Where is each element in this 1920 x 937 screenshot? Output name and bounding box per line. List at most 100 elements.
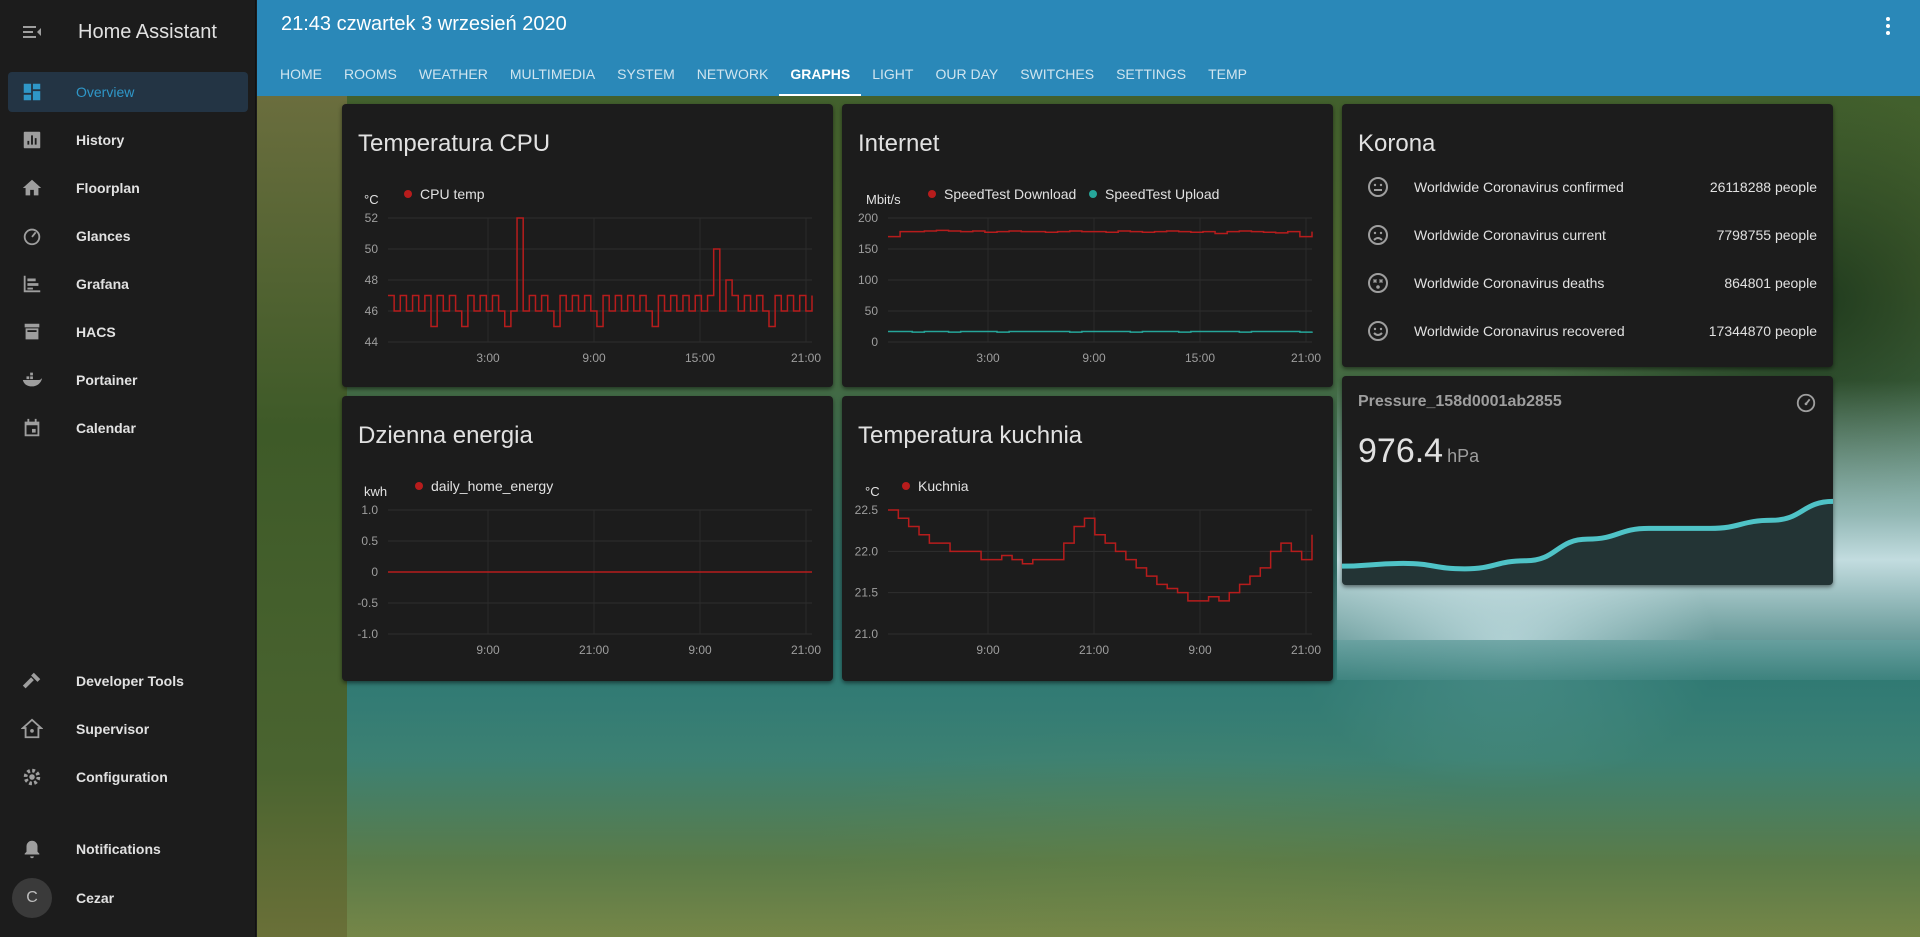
x-tick-label: 9:00 bbox=[688, 643, 712, 657]
korona-card: Korona Worldwide Coronavirus confirmed 2… bbox=[1342, 104, 1833, 367]
kitchen-temp-card[interactable]: Temperatura kuchnia °C Kuchnia 22.5 22.0 2… bbox=[842, 396, 1333, 681]
y-tick-label: -1.0 bbox=[357, 627, 378, 641]
entity-value: 26118288 people bbox=[1709, 179, 1817, 195]
tab-rooms[interactable]: ROOMS bbox=[333, 52, 408, 96]
sidebar-item-overview[interactable]: Overview bbox=[8, 72, 248, 112]
sidebar-header: Home Assistant bbox=[0, 0, 255, 64]
sidebar-item-label: Portainer bbox=[76, 372, 138, 388]
sparkline-area bbox=[1342, 501, 1833, 585]
sidebar-item-label: Configuration bbox=[76, 769, 168, 785]
energy-chart: 1.0 0.5 0 -0.5 -1.0 9:00 21:00 9:00 21:00 bbox=[357, 503, 821, 657]
x-tick-label: 15:00 bbox=[1185, 351, 1215, 365]
sidebar-item-history[interactable]: History bbox=[8, 120, 248, 160]
tab-home[interactable]: HOME bbox=[269, 52, 333, 96]
sidebar-item-calendar[interactable]: Calendar bbox=[8, 408, 248, 448]
sidebar-item-supervisor[interactable]: Supervisor bbox=[8, 709, 248, 749]
tab-our-day[interactable]: OUR DAY bbox=[924, 52, 1009, 96]
entity-row[interactable]: Worldwide Coronavirus current 7798755 pe… bbox=[1342, 211, 1833, 259]
x-tick-label: 15:00 bbox=[685, 351, 715, 365]
hacs-icon bbox=[12, 312, 52, 352]
sidebar-item-developer-tools[interactable]: Developer Tools bbox=[8, 661, 248, 701]
entity-name: Worldwide Coronavirus recovered bbox=[1414, 323, 1625, 339]
chart-box-icon bbox=[12, 120, 52, 160]
tab-weather[interactable]: WEATHER bbox=[408, 52, 499, 96]
series-line[interactable] bbox=[888, 229, 1313, 238]
sidebar-item-configuration[interactable]: Configuration bbox=[8, 757, 248, 797]
sidebar-item-label: Floorplan bbox=[76, 180, 140, 196]
x-tick-label: 21:00 bbox=[1291, 351, 1321, 365]
y-tick-label: 48 bbox=[365, 273, 379, 287]
sidebar-item-label: Supervisor bbox=[76, 721, 150, 737]
tab-network[interactable]: NETWORK bbox=[686, 52, 780, 96]
avatar-wrapper: C bbox=[12, 878, 52, 918]
tab-system[interactable]: SYSTEM bbox=[606, 52, 686, 96]
sidebar-item-grafana[interactable]: Grafana bbox=[8, 264, 248, 304]
page-title: 21:43 czwartek 3 wrzesień 2020 bbox=[281, 13, 567, 35]
cog-icon bbox=[12, 757, 52, 797]
top-app-bar: 21:43 czwartek 3 wrzesień 2020 HOME ROOM… bbox=[257, 0, 1920, 96]
y-tick-label: 22.5 bbox=[855, 503, 879, 517]
y-tick-label: 1.0 bbox=[361, 503, 378, 517]
y-tick-label: 21.5 bbox=[855, 586, 879, 600]
tab-light[interactable]: LIGHT bbox=[861, 52, 924, 96]
series-line[interactable] bbox=[388, 217, 813, 328]
main: 21:43 czwartek 3 wrzesień 2020 HOME ROOM… bbox=[257, 0, 1920, 937]
y-tick-label: 44 bbox=[365, 335, 379, 349]
chart-timeline-icon bbox=[12, 264, 52, 304]
cpu-temp-card[interactable]: Temperatura CPU °C CPU temp 52 50 48 46 44 3:… bbox=[342, 104, 833, 387]
entity-name: Worldwide Coronavirus deaths bbox=[1414, 275, 1605, 291]
entity-value: 7798755 people bbox=[1716, 227, 1817, 243]
emoticon-happy-icon bbox=[1358, 311, 1398, 351]
internet-chart: 200 150 100 50 0 3:00 9:00 15:00 21:00 bbox=[858, 211, 1321, 365]
x-tick-label: 9:00 bbox=[1082, 351, 1106, 365]
series-line[interactable] bbox=[888, 509, 1313, 602]
x-tick-label: 21:00 bbox=[791, 643, 821, 657]
pressure-sensor-card[interactable]: Pressure_158d0001ab2855 976.4 hPa bbox=[1342, 376, 1833, 585]
sidebar-item-glances[interactable]: Glances bbox=[8, 216, 248, 256]
more-vertical-icon[interactable] bbox=[1876, 14, 1900, 38]
energy-card[interactable]: Dzienna energia kwh daily_home_energy 1.… bbox=[342, 396, 833, 681]
y-tick-label: 52 bbox=[365, 211, 379, 225]
y-tick-label: 22.0 bbox=[855, 544, 879, 558]
sidebar-item-label: Overview bbox=[76, 84, 135, 100]
entity-value: 17344870 people bbox=[1708, 323, 1817, 339]
entity-row[interactable]: Worldwide Coronavirus recovered 17344870… bbox=[1342, 307, 1833, 355]
y-tick-label: 200 bbox=[858, 211, 878, 225]
sidebar-item-floorplan[interactable]: Floorplan bbox=[8, 168, 248, 208]
sidebar-item-user[interactable]: C Cezar bbox=[8, 878, 248, 918]
sidebar-item-portainer[interactable]: Portainer bbox=[8, 360, 248, 400]
y-tick-label: 150 bbox=[858, 242, 878, 256]
y-tick-label: 50 bbox=[365, 242, 379, 256]
avatar: C bbox=[12, 878, 52, 918]
sidebar-item-label: History bbox=[76, 132, 125, 148]
calendar-icon bbox=[12, 408, 52, 448]
sidebar-item-label: Notifications bbox=[76, 841, 161, 857]
sidebar-item-label: Developer Tools bbox=[76, 673, 184, 689]
speedometer-icon bbox=[12, 216, 52, 256]
y-tick-label: 21.0 bbox=[855, 627, 879, 641]
tab-temp[interactable]: TEMP bbox=[1197, 52, 1258, 96]
x-tick-label: 9:00 bbox=[582, 351, 606, 365]
user-name: Cezar bbox=[76, 890, 115, 906]
series-line[interactable] bbox=[888, 330, 1313, 333]
y-tick-label: -0.5 bbox=[357, 596, 378, 610]
tab-settings[interactable]: SETTINGS bbox=[1105, 52, 1197, 96]
x-tick-label: 21:00 bbox=[1079, 643, 1109, 657]
background-foliage bbox=[257, 90, 347, 937]
entity-row[interactable]: Worldwide Coronavirus deaths 864801 peop… bbox=[1342, 259, 1833, 307]
app-title: Home Assistant bbox=[78, 20, 217, 43]
internet-card[interactable]: Internet Mbit/s SpeedTest Download Speed… bbox=[842, 104, 1333, 387]
menu-icon[interactable] bbox=[0, 0, 64, 64]
tab-multimedia[interactable]: MULTIMEDIA bbox=[499, 52, 606, 96]
entity-row[interactable]: Worldwide Coronavirus confirmed 26118288… bbox=[1342, 163, 1833, 211]
sidebar-item-label: Grafana bbox=[76, 276, 129, 292]
view-dashboard-icon bbox=[12, 72, 52, 112]
y-tick-label: 0 bbox=[371, 565, 378, 579]
tab-graphs[interactable]: GRAPHS bbox=[779, 52, 862, 96]
sidebar-item-notifications[interactable]: Notifications bbox=[8, 829, 248, 869]
background-water bbox=[347, 640, 1920, 937]
x-tick-label: 3:00 bbox=[976, 351, 1000, 365]
y-tick-label: 50 bbox=[865, 304, 879, 318]
tab-switches[interactable]: SWITCHES bbox=[1009, 52, 1105, 96]
sidebar-item-hacs[interactable]: HACS bbox=[8, 312, 248, 352]
